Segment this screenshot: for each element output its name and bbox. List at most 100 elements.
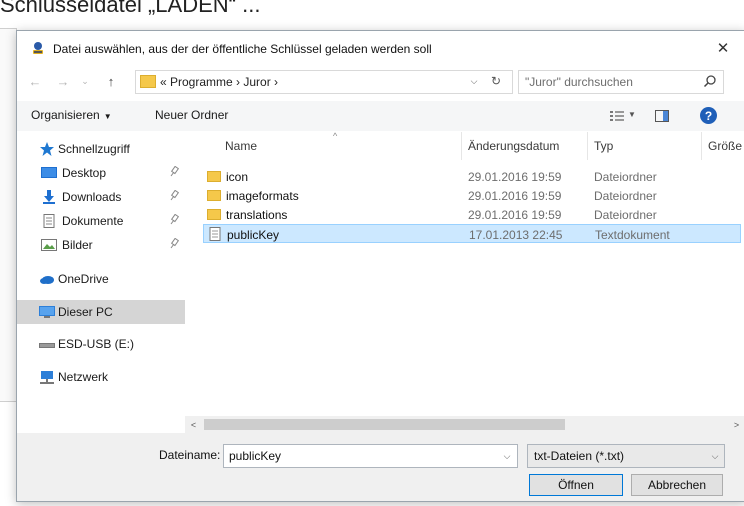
filename-input[interactable]: [229, 448, 484, 463]
table-row[interactable]: icon 29.01.2016 19:59 Dateiordner: [203, 167, 741, 186]
sidebar-item-downloads[interactable]: Downloads: [17, 185, 185, 209]
close-icon: ✕: [716, 40, 730, 57]
arrow-left-icon: ←: [28, 73, 42, 89]
picture-icon: [41, 239, 57, 251]
file-type: Dateiordner: [594, 208, 657, 222]
filename-label: Dateiname:: [159, 448, 221, 462]
column-divider[interactable]: [701, 132, 702, 160]
sidebar-item-netzwerk[interactable]: Netzwerk: [17, 365, 185, 389]
computer-icon: [39, 306, 55, 318]
sidebar-item-esd-usb[interactable]: ESD-USB (E:): [17, 332, 185, 356]
column-type[interactable]: Typ: [594, 139, 613, 153]
help-icon[interactable]: ?: [700, 107, 717, 124]
column-date[interactable]: Änderungsdatum: [468, 139, 559, 153]
dialog-title: Datei auswählen, aus der der öffentliche…: [53, 42, 432, 56]
chevron-down-icon: ⌵: [711, 450, 719, 461]
filetype-select[interactable]: txt-Dateien (*.txt) ⌵: [527, 444, 725, 468]
file-type: Dateiordner: [594, 189, 657, 203]
sidebar-item-desktop[interactable]: Desktop: [17, 161, 185, 185]
search-input[interactable]: [525, 74, 695, 89]
filename-combobox[interactable]: ⌵: [223, 444, 518, 468]
filetype-dropdown-button[interactable]: ⌵: [708, 448, 722, 464]
file-name: icon: [226, 170, 249, 184]
address-bar[interactable]: « Programme › Juror › ⌵ ↻: [135, 70, 513, 94]
sidebar-item-dokumente[interactable]: Dokumente: [17, 209, 185, 233]
search-icon[interactable]: [703, 74, 717, 88]
view-dropdown-icon[interactable]: ▼: [628, 110, 636, 119]
refresh-icon: ↻: [490, 74, 502, 88]
search-box[interactable]: [518, 70, 724, 94]
text-file-icon: [209, 227, 221, 241]
refresh-button[interactable]: ↻: [488, 73, 504, 89]
file-name: translations: [226, 208, 288, 222]
view-options-icon[interactable]: [610, 110, 624, 122]
scrollbar-thumb[interactable]: [204, 419, 565, 430]
usb-drive-icon: [39, 343, 55, 348]
dialog-titlebar: Datei auswählen, aus der der öffentliche…: [17, 31, 744, 65]
recent-locations-button[interactable]: ⌄: [77, 73, 93, 89]
close-button[interactable]: ✕: [707, 35, 739, 61]
file-date: 29.01.2016 19:59: [468, 189, 562, 203]
sidebar-item-label: Netzwerk: [58, 370, 109, 384]
organize-button[interactable]: Organisieren ▼: [31, 108, 112, 122]
sidebar-item-label: Schnellzugriff: [58, 142, 130, 156]
file-open-dialog: Datei auswählen, aus der der öffentliche…: [16, 30, 744, 502]
back-button[interactable]: ←: [27, 73, 43, 89]
sidebar-item-dieser-pc[interactable]: Dieser PC: [17, 300, 185, 324]
forward-button[interactable]: →: [55, 73, 71, 89]
sidebar-item-label: Dieser PC: [58, 305, 113, 319]
background-document: [0, 28, 17, 402]
file-date: 29.01.2016 19:59: [468, 170, 562, 184]
table-row[interactable]: translations 29.01.2016 19:59 Dateiordne…: [203, 205, 741, 224]
file-type: Textdokument: [595, 228, 670, 242]
sidebar-item-label: Desktop: [62, 166, 107, 180]
sidebar-item-label: Downloads: [62, 190, 122, 204]
sidebar-item-onedrive[interactable]: OneDrive: [17, 267, 185, 291]
preview-pane-icon[interactable]: [655, 110, 669, 122]
scroll-left-button[interactable]: <: [185, 416, 202, 433]
address-dropdown-button[interactable]: ⌵: [466, 73, 482, 89]
open-button[interactable]: Öffnen: [529, 474, 623, 496]
column-divider[interactable]: [461, 132, 462, 160]
folder-icon: [140, 75, 156, 88]
background-caption: Schlüsseldatei „LADEN“ ...: [0, 0, 261, 17]
arrow-up-icon: ↑: [107, 73, 115, 89]
filetype-value: txt-Dateien (*.txt): [534, 449, 625, 463]
filename-dropdown-button[interactable]: ⌵: [500, 448, 514, 464]
caret-down-icon: ▼: [103, 112, 112, 121]
organize-label: Organisieren: [31, 108, 100, 122]
dialog-footer: Dateiname: ⌵ txt-Dateien (*.txt) ⌵ Öffne…: [17, 433, 744, 501]
folder-icon: [207, 171, 221, 182]
file-date: 17.01.2013 22:45: [469, 228, 563, 242]
column-size[interactable]: Größe: [708, 139, 742, 153]
table-row[interactable]: imageformats 29.01.2016 19:59 Dateiordne…: [203, 186, 741, 205]
navigation-bar: ← → ⌄ ↑ « Programme › Juror › ⌵ ↻: [17, 65, 744, 97]
column-name[interactable]: Name: [225, 139, 257, 153]
breadcrumb[interactable]: « Programme › Juror ›: [160, 75, 278, 89]
column-divider[interactable]: [587, 132, 588, 160]
chevron-down-icon: ⌵: [503, 450, 511, 461]
file-name: imageformats: [226, 189, 299, 203]
horizontal-scrollbar[interactable]: < >: [185, 416, 744, 433]
download-icon: [43, 190, 55, 204]
sidebar-item-schnellzugriff[interactable]: Schnellzugriff: [17, 137, 185, 161]
up-button[interactable]: ↑: [103, 73, 119, 89]
table-row-selected[interactable]: publicKey 17.01.2013 22:45 Textdokument: [203, 224, 741, 243]
file-list: ^ Name Änderungsdatum Typ Größe icon 29.…: [185, 132, 744, 416]
document-icon: [43, 214, 55, 228]
cancel-button[interactable]: Abbrechen: [631, 474, 723, 496]
sidebar-item-label: Dokumente: [62, 214, 124, 228]
chevron-right-icon: >: [733, 419, 740, 430]
file-date: 29.01.2016 19:59: [468, 208, 562, 222]
new-folder-button[interactable]: Neuer Ordner: [155, 108, 228, 122]
folder-icon: [207, 190, 221, 201]
sidebar-item-bilder[interactable]: Bilder: [17, 233, 185, 257]
sort-ascending-icon: ^: [333, 132, 338, 141]
network-icon: [40, 371, 54, 384]
file-type: Dateiordner: [594, 170, 657, 184]
pin-icon: [170, 238, 179, 249]
scroll-right-button[interactable]: >: [728, 416, 744, 433]
pin-icon: [170, 214, 179, 225]
arrow-right-icon: →: [56, 73, 70, 89]
pin-icon: [170, 190, 179, 201]
